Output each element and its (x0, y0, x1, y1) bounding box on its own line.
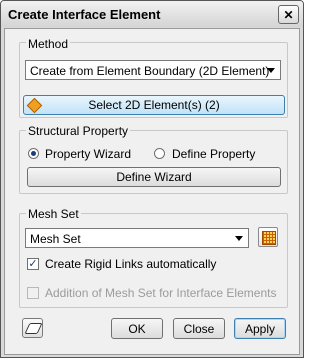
eraser-icon (24, 323, 43, 334)
method-dropdown-value: Create from Element Boundary (2D Element… (30, 64, 270, 78)
mesh-set-dropdown[interactable]: Mesh Set (25, 228, 249, 248)
create-rigid-links-checkbox[interactable]: ✓ (27, 258, 39, 270)
dialog-title: Create Interface Element (8, 7, 161, 22)
title-bar[interactable]: Create Interface Element ✕ (1, 1, 303, 27)
create-rigid-links-label[interactable]: Create Rigid Links automatically (45, 257, 216, 271)
define-property-radio[interactable] (154, 148, 165, 159)
mesh-set-grid-button[interactable] (258, 227, 278, 247)
define-wizard-label: Define Wizard (116, 170, 192, 184)
dialog-body: Method Create from Element Boundary (2D … (4, 28, 300, 355)
close-icon: ✕ (283, 7, 294, 22)
define-property-label[interactable]: Define Property (172, 147, 255, 161)
chevron-down-icon (235, 236, 243, 241)
dialog-window: Create Interface Element ✕ Method Create… (0, 0, 304, 358)
addition-mesh-set-checkbox[interactable] (27, 287, 39, 299)
grid-icon (262, 231, 276, 245)
mesh-set-label: Mesh Set (26, 207, 81, 221)
chevron-down-icon (267, 68, 275, 73)
select-2d-elements-label: Select 2D Element(s) (2) (88, 98, 220, 112)
close-label: Close (183, 321, 215, 336)
diamond-select-icon (26, 97, 43, 114)
addition-mesh-set-label: Addition of Mesh Set for Interface Eleme… (45, 286, 277, 300)
define-wizard-button[interactable]: Define Wizard (27, 167, 281, 187)
structural-property-label: Structural Property (26, 124, 131, 138)
radio-selected-dot (31, 151, 36, 156)
apply-label: Apply (244, 321, 276, 336)
property-wizard-radio[interactable] (28, 148, 39, 159)
ok-button[interactable]: OK (111, 318, 163, 339)
property-wizard-label[interactable]: Property Wizard (45, 147, 131, 161)
close-button[interactable]: ✕ (278, 5, 299, 24)
mesh-set-dropdown-value: Mesh Set (30, 232, 81, 246)
select-2d-elements-button[interactable]: Select 2D Element(s) (2) (23, 95, 285, 115)
method-group-label: Method (26, 37, 71, 51)
method-dropdown[interactable]: Create from Element Boundary (2D Element… (25, 60, 281, 80)
ok-label: OK (128, 321, 146, 336)
clear-button[interactable] (22, 318, 43, 338)
close-dialog-button[interactable]: Close (173, 318, 225, 339)
apply-button[interactable]: Apply (234, 318, 286, 339)
